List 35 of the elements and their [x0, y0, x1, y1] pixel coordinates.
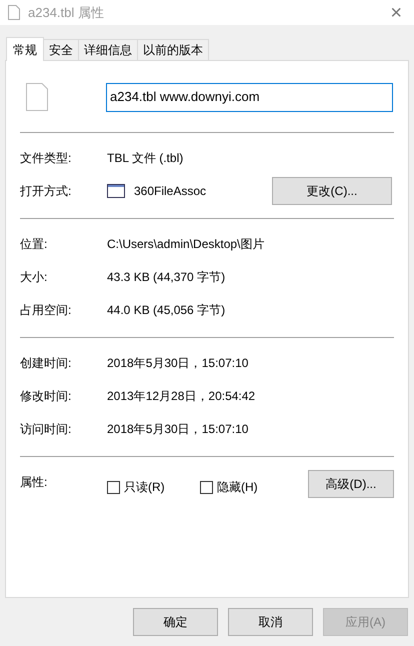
checkbox[interactable]: [200, 480, 213, 494]
tab[interactable]: 详细信息: [79, 39, 138, 60]
field-value: TBL 文件 (.tbl): [107, 150, 184, 166]
field-label: 打开方式:: [20, 182, 72, 200]
window-icon: [107, 184, 125, 198]
field-label: 访问时间:: [20, 420, 72, 438]
window-title: a234.tbl 属性: [28, 4, 104, 22]
change-button[interactable]: 更改(C)...: [272, 176, 392, 204]
field-value: 2018年5月30日，15:07:10: [107, 420, 248, 438]
dialog-button[interactable]: 取消: [228, 608, 313, 636]
field-label: 创建时间:: [20, 354, 72, 372]
field-label: 占用空间:: [20, 302, 72, 318]
field-value: C:\Users\admin\Desktop\图片: [107, 236, 264, 252]
tab[interactable]: 以前的版本: [138, 39, 209, 60]
field-label: 属性:: [20, 474, 48, 491]
field-value: 360FileAssoc: [134, 182, 206, 200]
checkbox[interactable]: [107, 480, 120, 494]
field-value: 43.3 KB (44,370 字节): [107, 268, 226, 286]
tab[interactable]: 常规: [6, 37, 44, 61]
advanced-button[interactable]: 高级(D)...: [308, 470, 394, 498]
file-icon: [26, 83, 48, 111]
checkbox-label: 隐藏(H): [217, 479, 258, 496]
field-value: 2013年12月28日，20:54:42: [107, 388, 256, 404]
field-label: 位置:: [20, 236, 48, 252]
field-label: 修改时间:: [20, 388, 72, 404]
file-icon: [8, 5, 20, 20]
field-label: 大小:: [20, 268, 48, 286]
tab[interactable]: 安全: [44, 39, 79, 60]
name-field[interactable]: a234.tbl www.downyi.com: [106, 82, 393, 112]
close-button[interactable]: ×: [386, 2, 406, 22]
field-value: 44.0 KB (45,056 字节): [107, 302, 226, 318]
field-label: 文件类型:: [20, 150, 72, 166]
field-value: 2018年5月30日，15:07:10: [107, 354, 248, 372]
checkbox-label: 只读(R): [124, 479, 165, 496]
dialog-button[interactable]: 确定: [133, 608, 218, 636]
